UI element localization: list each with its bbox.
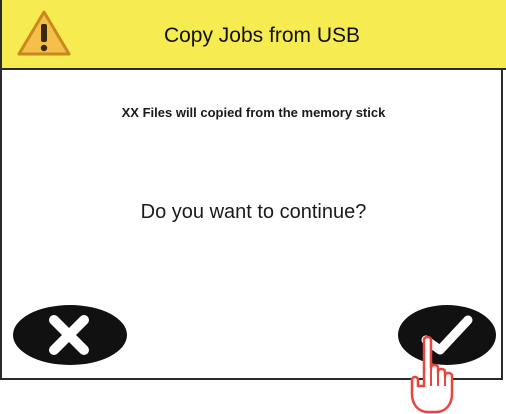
dialog-title: Copy Jobs from USB <box>163 24 361 47</box>
copy-jobs-dialog: Copy Jobs from USB XX Files will copied … <box>0 0 506 380</box>
continue-question: Do you want to continue? <box>140 201 367 223</box>
warning-icon <box>17 10 71 56</box>
files-message: XX Files will copied from the memory sti… <box>121 105 386 120</box>
hand-pointer-icon <box>410 335 454 414</box>
cancel-button[interactable] <box>10 302 130 368</box>
dialog-titlebar: Copy Jobs from USB <box>2 0 506 70</box>
